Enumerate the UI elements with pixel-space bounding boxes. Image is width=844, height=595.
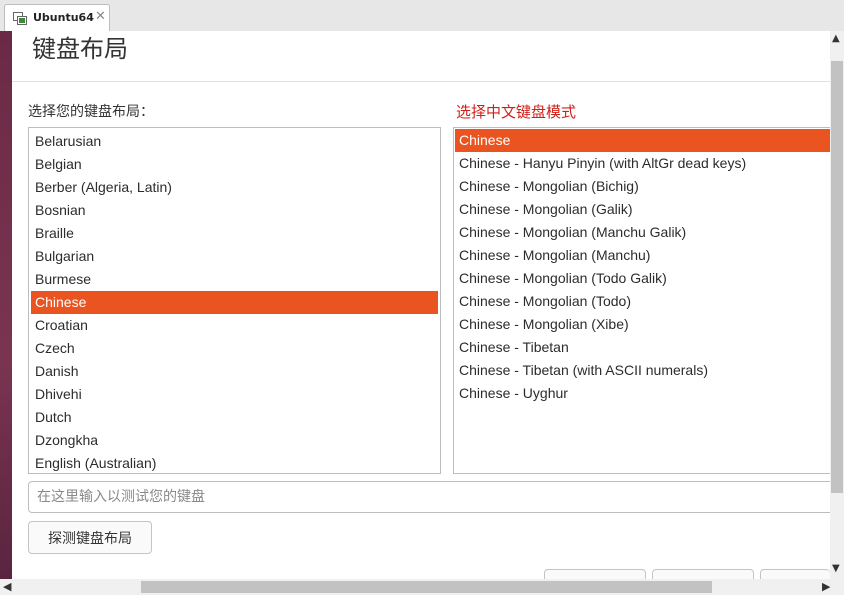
layout-list-item[interactable]: Danish (31, 360, 438, 383)
variant-list-item[interactable]: Chinese - Mongolian (Galik) (455, 198, 830, 221)
layout-list-item[interactable]: Belarusian (31, 130, 438, 153)
close-icon[interactable]: ✕ (95, 9, 106, 24)
layout-list-item[interactable]: English (Australian) (31, 452, 438, 473)
variant-list-item[interactable]: Chinese - Tibetan (455, 336, 830, 359)
layout-list-item[interactable]: Braille (31, 222, 438, 245)
desktop-edge (0, 31, 12, 579)
variant-list-item[interactable]: Chinese - Uyghur (455, 382, 830, 405)
layout-list-item[interactable]: Bulgarian (31, 245, 438, 268)
variant-list-heading: 选择中文键盘模式 (456, 103, 577, 121)
variant-list-item[interactable]: Chinese - Hanyu Pinyin (with AltGr dead … (455, 152, 830, 175)
variant-list-item[interactable]: Chinese - Tibetan (with ASCII numerals) (455, 359, 830, 382)
keyboard-layout-list[interactable]: Belarusian Belgian Berber (Algeria, Latin)… (28, 127, 441, 474)
title-divider (12, 81, 830, 82)
variant-list-item[interactable]: Chinese - Mongolian (Todo) (455, 290, 830, 313)
layout-list-heading: 选择您的键盘布局： (28, 104, 154, 120)
layout-list-item[interactable]: Dzongkha (31, 429, 438, 452)
variant-list-item[interactable]: Chinese - Mongolian (Manchu) (455, 244, 830, 267)
variant-list-item[interactable]: Chinese - Mongolian (Todo Galik) (455, 267, 830, 290)
vm-tab-bar: Ubuntu64 ✕ (0, 0, 844, 32)
layout-list-item[interactable]: Chinese (31, 291, 438, 314)
vertical-scroll-thumb[interactable] (831, 61, 843, 493)
scroll-down-icon[interactable]: ▼ (832, 563, 840, 574)
bottom-button-1[interactable] (544, 569, 646, 579)
variant-list-item[interactable]: Chinese - Mongolian (Bichig) (455, 175, 830, 198)
keyboard-variant-list[interactable]: Chinese Chinese - Hanyu Pinyin (with AltG… (453, 127, 830, 474)
keyboard-test-input[interactable] (28, 481, 830, 513)
tab-label: Ubuntu64 (33, 11, 94, 24)
variant-list-item[interactable]: Chinese - Mongolian (Xibe) (455, 313, 830, 336)
variant-list-item[interactable]: Chinese (455, 129, 830, 152)
tab-ubuntu64[interactable]: Ubuntu64 ✕ (4, 4, 110, 31)
layout-list-item[interactable]: Czech (31, 337, 438, 360)
detect-layout-button[interactable]: 探测键盘布局 (28, 521, 152, 554)
scroll-up-icon[interactable]: ▲ (832, 33, 840, 44)
layout-list-item[interactable]: Bosnian (31, 199, 438, 222)
scroll-right-icon[interactable]: ▶ (822, 580, 830, 593)
variant-list-item[interactable]: Chinese - Mongolian (Manchu Galik) (455, 221, 830, 244)
layout-list-item[interactable]: Burmese (31, 268, 438, 291)
layout-list-item[interactable]: Dhivehi (31, 383, 438, 406)
layout-list-item[interactable]: Dutch (31, 406, 438, 429)
layout-list-item[interactable]: Belgian (31, 153, 438, 176)
bottom-button-3[interactable] (760, 569, 830, 579)
scroll-left-icon[interactable]: ◀ (3, 580, 11, 593)
vm-icon (13, 12, 27, 25)
installer-window: 键盘布局 选择您的键盘布局： 选择中文键盘模式 Belarusian Belgia… (12, 31, 830, 579)
layout-list-item[interactable]: Berber (Algeria, Latin) (31, 176, 438, 199)
horizontal-scroll-thumb[interactable] (141, 581, 712, 593)
horizontal-scrollbar[interactable]: ◀ ▶ (0, 579, 844, 595)
bottom-button-2[interactable] (652, 569, 754, 579)
page-title: 键盘布局 (32, 35, 128, 63)
layout-list-item[interactable]: Croatian (31, 314, 438, 337)
vertical-scrollbar[interactable]: ▲ ▼ (830, 31, 844, 579)
